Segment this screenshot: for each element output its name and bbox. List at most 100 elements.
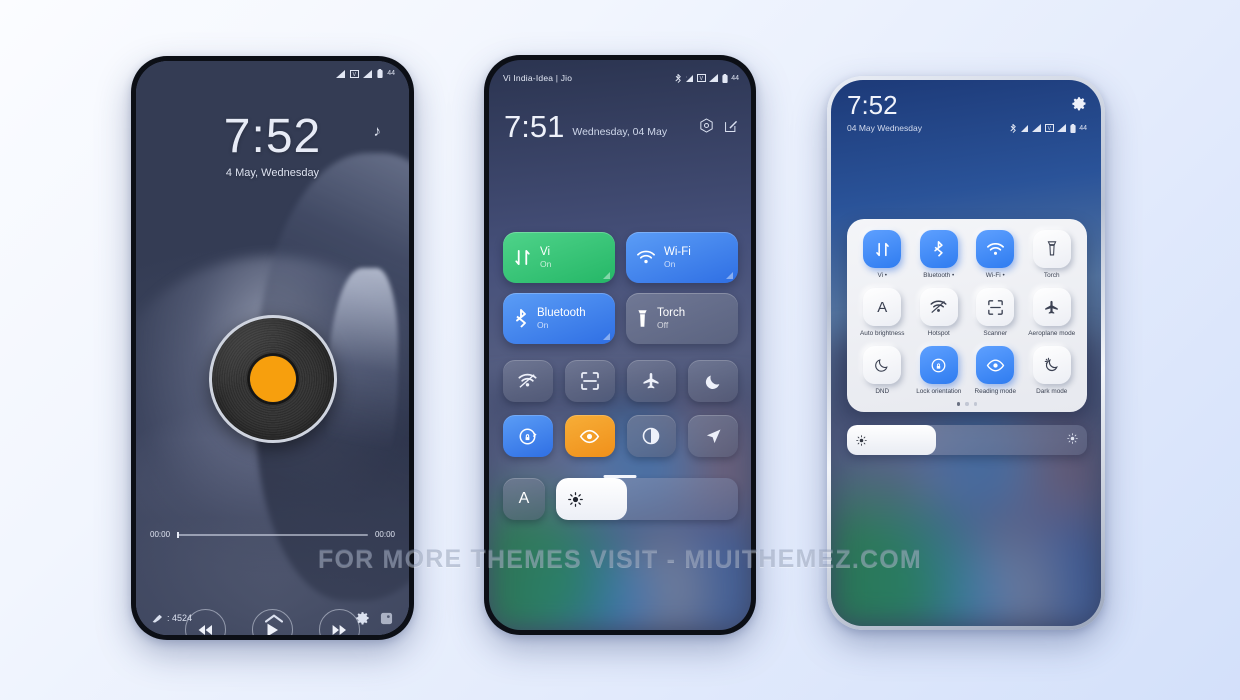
fast-forward-icon: [332, 624, 346, 635]
tile-scanner[interactable]: Scanner: [967, 288, 1024, 337]
battery-icon: [722, 73, 728, 83]
sim-icon: V: [1045, 124, 1055, 132]
auto-brightness-button[interactable]: A: [503, 478, 545, 520]
tile-dnd[interactable]: [688, 360, 738, 402]
gear-icon[interactable]: [356, 611, 370, 625]
bluetooth-icon: [1010, 123, 1016, 133]
data-arrows-icon: [863, 230, 902, 268]
tile-hotspot[interactable]: Hotspot: [911, 288, 968, 337]
brightness-row: A: [503, 478, 738, 520]
tile-label: DND: [875, 388, 890, 396]
pick-icon: [152, 614, 162, 623]
tile-bluetooth[interactable]: Bluetooth •: [911, 230, 968, 279]
tile-scanner[interactable]: [564, 360, 615, 402]
contrast-icon: [643, 427, 660, 445]
tile-expand-corner[interactable]: [603, 272, 610, 279]
clock-time: 7:52: [223, 110, 322, 163]
tile-aeroplane-mode[interactable]: [626, 360, 677, 402]
tile-dark-mode[interactable]: Dark mode: [1024, 346, 1081, 395]
data-arrows-icon: [515, 249, 530, 266]
battery-percent: 44: [387, 70, 395, 77]
tile-label: Bluetooth •: [923, 272, 955, 279]
tile-label: Wi-Fi: [664, 246, 691, 258]
tile-state: Off: [657, 320, 669, 330]
edit-icon[interactable]: [724, 119, 738, 138]
tile-label: Bluetooth: [537, 307, 586, 319]
signal-icon: [363, 69, 373, 78]
home-indicator[interactable]: [603, 475, 637, 478]
tile-wifi[interactable]: Wi-Fi •: [967, 230, 1024, 279]
sun-icon: [856, 434, 867, 446]
eye-icon: [579, 429, 600, 443]
tile-mobile-data[interactable]: Vi On: [503, 232, 615, 283]
brightness-slider[interactable]: [847, 425, 1087, 455]
album-art-vinyl[interactable]: [208, 315, 337, 443]
tile-reading-mode[interactable]: [564, 415, 615, 457]
music-note-icon: ♪: [373, 123, 382, 140]
lockscreen-clock: 7:52 4 May, Wednesday: [136, 110, 409, 180]
dark-mode-icon: [1032, 346, 1071, 385]
battery-percent: 44: [731, 74, 739, 82]
brightness-slider[interactable]: [556, 478, 738, 520]
tile-dark-mode[interactable]: [626, 415, 677, 457]
tile-bluetooth[interactable]: Bluetooth On: [503, 293, 615, 344]
signal-icon: [336, 69, 346, 78]
phone3-screen: 7:52 04 May Wednesday V 44 Vi • Bluetoot…: [831, 80, 1101, 626]
tile-label: Aeroplane mode: [1028, 330, 1076, 338]
rotation-lock-icon: [519, 428, 537, 444]
wifi-icon: [637, 250, 655, 264]
status-row: 04 May Wednesday V 44: [847, 123, 1087, 133]
clock-date: 4 May, Wednesday: [225, 167, 320, 179]
tile-torch[interactable]: Torch: [1024, 230, 1081, 279]
signal-icon: [709, 74, 719, 82]
tile-label: Auto brightness: [860, 330, 905, 338]
tile-label: Reading mode: [974, 388, 1017, 396]
quick-settings-small-tiles: [503, 360, 738, 457]
tile-expand-corner[interactable]: [603, 333, 610, 340]
battery-icon: [1070, 123, 1076, 133]
tile-location[interactable]: [688, 415, 738, 457]
tile-expand-corner[interactable]: [726, 272, 733, 279]
vowifi-icon: V: [350, 69, 360, 78]
clock-date: Wednesday, 04 May: [572, 126, 668, 139]
tile-reading-mode[interactable]: Reading mode: [967, 346, 1024, 395]
tile-hotspot[interactable]: [503, 360, 553, 402]
tile-torch[interactable]: Torch Off: [626, 293, 738, 344]
tile-wifi[interactable]: Wi-Fi On: [626, 232, 738, 283]
chevron-up-icon[interactable]: [265, 614, 284, 623]
tile-dnd[interactable]: DND: [854, 346, 911, 395]
phone-control-center-light: 7:52 04 May Wednesday V 44 Vi • Bluetoot…: [827, 76, 1105, 630]
phone-lockscreen: V 44 7:52 4 May, Wednesday ♪ 00:00 00:00: [131, 56, 414, 640]
aeroplane-icon: [643, 373, 659, 389]
eye-icon: [976, 346, 1015, 385]
step-count: : 4524: [152, 613, 192, 623]
seek-slider[interactable]: [177, 531, 368, 538]
quick-settings-panel: Vi • Bluetooth • Wi-Fi • Torch A Auto br…: [847, 219, 1087, 412]
lockscreen-footer: : 4524: [136, 611, 409, 625]
hotspot-icon: [919, 288, 958, 327]
carrier-label: Vi India-Idea | Jio: [503, 73, 573, 83]
app-icon[interactable]: [380, 612, 393, 625]
control-center-header: 7:51 Wednesday, 04 May: [504, 111, 738, 142]
tile-lock-orientation[interactable]: [503, 415, 553, 457]
step-count-value: : 4524: [167, 613, 193, 623]
torch-icon: [638, 310, 647, 327]
clock-time: 7:52: [847, 90, 898, 120]
settings-hex-icon[interactable]: [699, 118, 714, 138]
tile-label: Wi-Fi •: [985, 272, 1005, 279]
wifi-icon: [976, 230, 1015, 268]
tile-label: Vi: [540, 246, 551, 258]
tile-mobile-data[interactable]: Vi •: [854, 230, 911, 279]
gear-icon[interactable]: [1072, 96, 1087, 116]
torch-icon: [1032, 230, 1071, 268]
tile-auto-brightness[interactable]: A Auto brightness: [854, 288, 911, 337]
vowifi-icon: :: [686, 74, 694, 82]
tile-aeroplane-mode[interactable]: Aeroplane mode: [1024, 288, 1081, 337]
tile-lock-orientation[interactable]: Lock orientation: [911, 346, 968, 395]
tile-label: Torch: [657, 307, 686, 319]
page-dot[interactable]: [956, 402, 961, 406]
status-bar: Vi India-Idea | Jio : V 44: [503, 73, 739, 83]
page-dot[interactable]: [973, 402, 978, 406]
phone1-screen: V 44 7:52 4 May, Wednesday ♪ 00:00 00:00: [136, 61, 409, 635]
page-dot[interactable]: [965, 402, 969, 406]
